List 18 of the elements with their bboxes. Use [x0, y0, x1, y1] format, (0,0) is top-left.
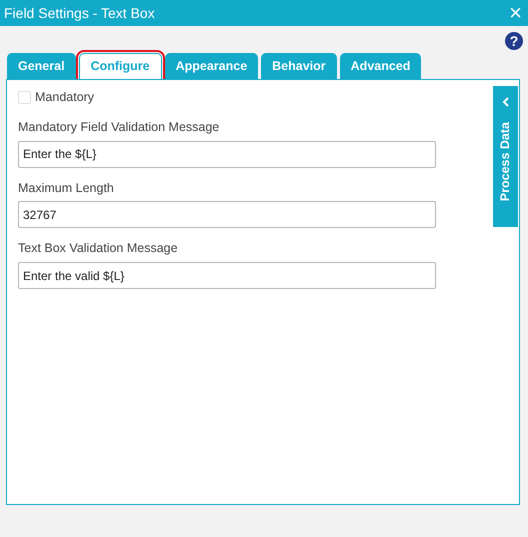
window-title: Field Settings - Text Box — [4, 4, 155, 23]
tab[interactable]: Advanced — [340, 53, 422, 79]
tab[interactable]: Configure — [78, 53, 162, 79]
tab[interactable]: General — [7, 53, 76, 79]
checkbox-label: Mandatory — [35, 89, 94, 106]
text-field[interactable]: Enter the ${L} — [18, 140, 436, 168]
tab[interactable]: Behavior — [261, 53, 337, 79]
field-label: Maximum Length — [18, 180, 114, 197]
text-field[interactable]: 32767 — [18, 201, 436, 228]
field-label: Mandatory Field Validation Message — [18, 118, 220, 136]
mandatory-checkbox[interactable] — [18, 90, 31, 104]
text-field[interactable]: Enter the valid ${L} — [18, 262, 436, 289]
process-data-tab[interactable]: Process Data — [493, 86, 518, 227]
help-icon[interactable]: ? — [505, 32, 523, 50]
chevron-left-icon — [502, 97, 509, 108]
tab[interactable]: Appearance — [164, 53, 258, 79]
close-button[interactable]: × — [509, 2, 522, 24]
field-label: Text Box Validation Message — [18, 240, 178, 258]
